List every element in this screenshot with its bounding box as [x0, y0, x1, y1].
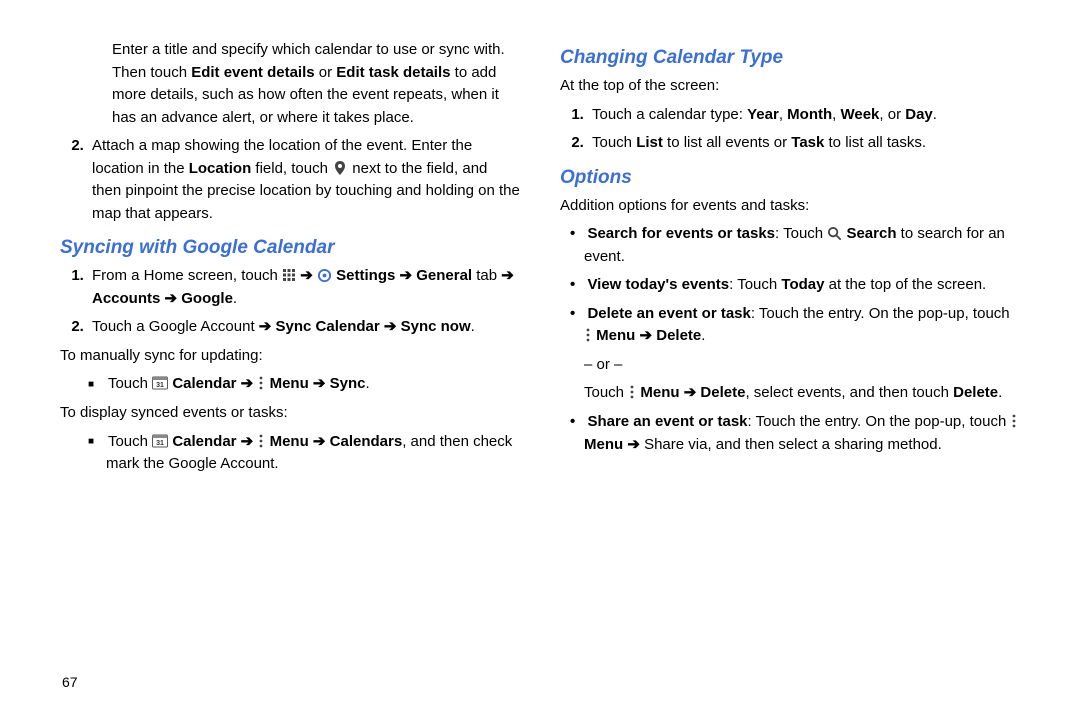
- bold-text: Edit event details: [191, 64, 314, 81]
- text: to list all tasks.: [824, 134, 926, 151]
- text: Touch: [592, 134, 636, 151]
- bold-text: Delete an event or task: [587, 305, 750, 322]
- intro-block: Enter a title and specify which calendar…: [60, 39, 520, 129]
- bold-text: Edit task details: [336, 64, 450, 81]
- display-label: To display synced events or tasks:: [60, 402, 520, 425]
- bold-text: Task: [791, 134, 824, 151]
- heading-options: Options: [560, 167, 1020, 189]
- intro-item-2: Attach a map showing the location of the…: [88, 135, 520, 225]
- map-pin-icon: [332, 157, 348, 180]
- bold-text: Year: [747, 106, 779, 123]
- bold-text: Menu ➔ Delete: [636, 385, 745, 402]
- intro-list: Attach a map showing the location of the…: [60, 135, 520, 225]
- bold-text: Day: [905, 106, 933, 123]
- text: .: [366, 376, 370, 393]
- text: .: [933, 106, 937, 123]
- changing-step-1: Touch a calendar type: Year, Month, Week…: [588, 104, 1020, 127]
- bold-text: Menu ➔: [584, 436, 640, 453]
- manual-sync-item: Touch 31 Calendar ➔ Menu ➔ Sync.: [106, 373, 520, 396]
- options-list: Search for events or tasks: Touch Search…: [560, 223, 1020, 456]
- page-number: 67: [62, 674, 78, 690]
- text: field, touch: [251, 160, 332, 177]
- text: : Touch: [729, 276, 781, 293]
- gear-icon: [317, 264, 332, 287]
- display-list: Touch 31 Calendar ➔ Menu ➔ Calendars, an…: [60, 431, 520, 476]
- menu-dots-icon: [628, 381, 636, 404]
- right-column: Changing Calendar Type At the top of the…: [560, 35, 1060, 482]
- bold-text: Menu ➔ Calendars: [265, 433, 402, 450]
- text: Touch: [108, 433, 152, 450]
- text: Touch a calendar type:: [592, 106, 747, 123]
- text: at the top of the screen.: [824, 276, 986, 293]
- arrow: ➔: [296, 267, 317, 284]
- bold-text: List: [636, 134, 663, 151]
- svg-text:31: 31: [156, 440, 164, 447]
- text: .: [701, 327, 705, 344]
- bold-text: View today's events: [587, 276, 729, 293]
- changing-step-2: Touch List to list all events or Task to…: [588, 132, 1020, 155]
- options-intro: Addition options for events and tasks:: [560, 195, 1020, 218]
- changing-intro: At the top of the screen:: [560, 75, 1020, 98]
- text: to list all events or: [663, 134, 791, 151]
- text: .: [998, 385, 1002, 402]
- changing-steps: Touch a calendar type: Year, Month, Week…: [560, 104, 1020, 155]
- bold-text: Share an event or task: [587, 413, 747, 430]
- manual-sync-label: To manually sync for updating:: [60, 345, 520, 368]
- bold-text: Settings ➔ General: [332, 267, 472, 284]
- menu-dots-icon: [1010, 410, 1018, 433]
- text: ,: [779, 106, 787, 123]
- search-icon: [827, 222, 842, 245]
- bold-text: Calendar ➔: [168, 433, 257, 450]
- text: Share via, and then select a sharing met…: [640, 436, 942, 453]
- bold-text: Month: [787, 106, 832, 123]
- option-share: Share an event or task: Touch the entry.…: [584, 411, 1020, 456]
- calendar-31-icon: 31: [152, 372, 168, 395]
- option-delete: Delete an event or task: Touch the entry…: [584, 303, 1020, 405]
- bold-text: Today: [781, 276, 824, 293]
- left-column: Enter a title and specify which calendar…: [20, 35, 520, 482]
- menu-dots-icon: [584, 324, 592, 347]
- menu-dots-icon: [257, 430, 265, 453]
- heading-syncing: Syncing with Google Calendar: [60, 237, 520, 259]
- text: : Touch the entry. On the pop-up, touch: [748, 413, 1011, 430]
- bold-text: Week: [840, 106, 879, 123]
- text: Touch a Google Account: [92, 318, 259, 335]
- text: tab: [472, 267, 501, 284]
- text: Touch: [584, 385, 628, 402]
- svg-text:31: 31: [156, 382, 164, 389]
- text: , select events, and then touch: [745, 385, 953, 402]
- bold-text: Calendar ➔: [168, 376, 257, 393]
- text: , or: [879, 106, 905, 123]
- calendar-31-icon: 31: [152, 430, 168, 453]
- text: Touch: [108, 376, 152, 393]
- option-delete-alt: Touch Menu ➔ Delete, select events, and …: [584, 382, 1020, 405]
- bold-text: Search for events or tasks: [587, 225, 775, 242]
- bold-text: Menu ➔ Delete: [592, 327, 701, 344]
- bold-text: Location: [189, 160, 252, 177]
- text: : Touch the entry. On the pop-up, touch: [751, 305, 1010, 322]
- text: .: [471, 318, 475, 335]
- sync-step-1: From a Home screen, touch ➔ Settings ➔ G…: [88, 265, 520, 310]
- text: .: [233, 290, 237, 307]
- menu-dots-icon: [257, 372, 265, 395]
- or-label: – or –: [584, 354, 1020, 377]
- text: : Touch: [775, 225, 827, 242]
- option-today: View today's events: Touch Today at the …: [584, 274, 1020, 297]
- apps-grid-icon: [282, 264, 296, 287]
- display-item: Touch 31 Calendar ➔ Menu ➔ Calendars, an…: [106, 431, 520, 476]
- text: From a Home screen, touch: [92, 267, 282, 284]
- text: or: [315, 64, 337, 81]
- intro-item-1: Enter a title and specify which calendar…: [112, 39, 520, 129]
- bold-text: Menu ➔ Sync: [265, 376, 365, 393]
- document-page: Enter a title and specify which calendar…: [0, 0, 1080, 502]
- bold-text: ➔ Sync Calendar ➔ Sync now: [259, 318, 471, 335]
- heading-changing: Changing Calendar Type: [560, 47, 1020, 69]
- bold-text: Search: [842, 225, 896, 242]
- bold-text: Delete: [953, 385, 998, 402]
- sync-steps: From a Home screen, touch ➔ Settings ➔ G…: [60, 265, 520, 339]
- option-search: Search for events or tasks: Touch Search…: [584, 223, 1020, 268]
- sync-step-2: Touch a Google Account ➔ Sync Calendar ➔…: [88, 316, 520, 339]
- manual-sync-list: Touch 31 Calendar ➔ Menu ➔ Sync.: [60, 373, 520, 396]
